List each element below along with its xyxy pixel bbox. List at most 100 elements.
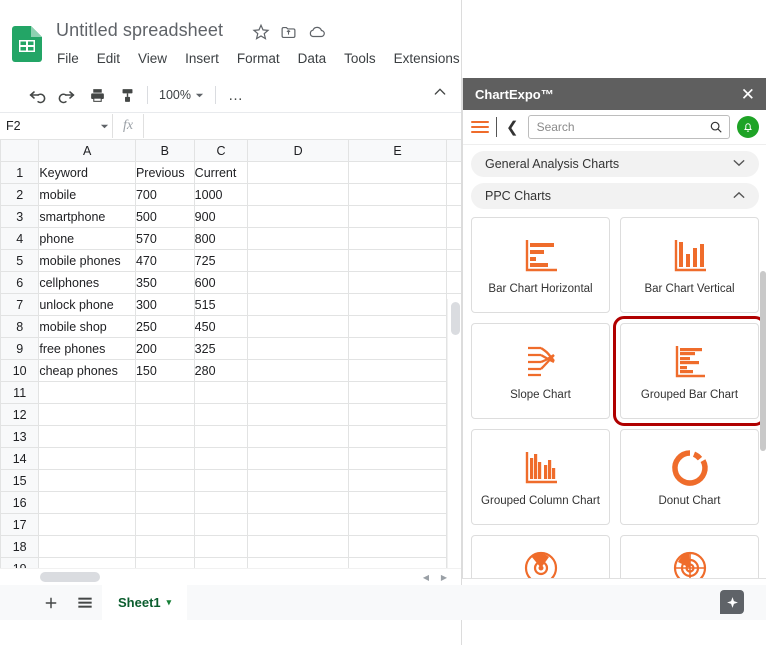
grid-cell[interactable] <box>247 337 349 360</box>
row-header[interactable]: 7 <box>0 293 40 316</box>
grid-cell[interactable] <box>347 337 448 360</box>
chart-card-bar-chart-vertical[interactable]: Bar Chart Vertical <box>620 217 759 313</box>
grid-cell[interactable] <box>38 491 136 514</box>
chart-card-grouped-column-chart[interactable]: Grouped Column Chart <box>471 429 610 525</box>
menu-item-view[interactable]: View <box>136 50 169 67</box>
column-header-c[interactable]: C <box>193 139 249 162</box>
grid-cell[interactable]: mobile shop <box>38 315 136 338</box>
grid-cell[interactable] <box>134 403 195 426</box>
grid-cell[interactable] <box>247 315 349 338</box>
grid-cell[interactable]: cellphones <box>38 271 136 294</box>
grid-cell[interactable] <box>38 403 136 426</box>
grid-cell[interactable]: unlock phone <box>38 293 136 316</box>
grid-cell[interactable] <box>347 513 448 536</box>
grid-cell[interactable]: 280 <box>193 359 249 382</box>
grid-cell[interactable]: 570 <box>134 227 195 250</box>
grid-cell[interactable] <box>347 271 448 294</box>
notification-bell-icon[interactable] <box>737 116 759 138</box>
search-input[interactable] <box>534 119 709 135</box>
row-header[interactable]: 13 <box>0 425 40 448</box>
row-header[interactable]: 4 <box>0 227 40 250</box>
all-sheets-icon[interactable] <box>68 586 102 620</box>
grid-cell[interactable]: 200 <box>134 337 195 360</box>
explore-sparkle-icon[interactable] <box>720 590 744 614</box>
grid-cell[interactable] <box>38 447 136 470</box>
grid-cell[interactable] <box>134 381 195 404</box>
grid-cell[interactable]: free phones <box>38 337 136 360</box>
grid-cell[interactable] <box>247 227 349 250</box>
more-options-button[interactable]: … <box>221 81 251 109</box>
grid-cell[interactable] <box>446 161 462 184</box>
grid-cell[interactable]: phone <box>38 227 136 250</box>
grid-cell[interactable]: 150 <box>134 359 195 382</box>
grid-cell[interactable] <box>446 205 462 228</box>
undo-icon[interactable] <box>22 81 52 109</box>
row-header[interactable]: 8 <box>0 315 40 338</box>
name-box-chevron-down-icon[interactable] <box>96 122 112 131</box>
grid-cell[interactable]: 725 <box>193 249 249 272</box>
grid-cell[interactable] <box>193 491 249 514</box>
paint-format-icon[interactable] <box>112 81 142 109</box>
grid-cell[interactable]: 325 <box>193 337 249 360</box>
grid-cell[interactable]: 500 <box>134 205 195 228</box>
row-header[interactable]: 17 <box>0 513 40 536</box>
grid-cell[interactable]: 1000 <box>193 183 249 206</box>
grid-cell[interactable] <box>347 205 448 228</box>
grid-cell[interactable] <box>193 469 249 492</box>
menu-item-extensions[interactable]: Extensions <box>392 50 462 67</box>
chevron-down-icon[interactable]: ▾ <box>167 597 172 608</box>
collapse-menu-icon[interactable] <box>432 84 448 105</box>
grid-cell[interactable]: cheap phones <box>38 359 136 382</box>
grid-cell[interactable] <box>247 535 349 558</box>
grid-cell[interactable]: 800 <box>193 227 249 250</box>
grid-cell[interactable] <box>347 161 448 184</box>
grid-cell[interactable] <box>446 249 462 272</box>
column-header-e[interactable]: E <box>347 139 448 162</box>
grid-cell[interactable] <box>193 535 249 558</box>
select-all-corner[interactable] <box>0 139 40 162</box>
grid-cell[interactable] <box>38 381 136 404</box>
grid-cell[interactable]: 470 <box>134 249 195 272</box>
menu-item-file[interactable]: File <box>55 50 81 67</box>
grid-cell[interactable]: mobile <box>38 183 136 206</box>
grid-cell[interactable] <box>347 249 448 272</box>
grid-cell[interactable] <box>38 535 136 558</box>
grid-cell[interactable] <box>247 381 349 404</box>
grid-cell[interactable] <box>347 293 448 316</box>
grid-cell[interactable] <box>134 535 195 558</box>
grid-cell[interactable] <box>347 403 448 426</box>
grid-cell[interactable] <box>347 469 448 492</box>
grid-cell[interactable]: 450 <box>193 315 249 338</box>
grid-cell[interactable]: Previous <box>134 161 195 184</box>
grid-cell[interactable] <box>247 491 349 514</box>
grid-cell[interactable] <box>193 513 249 536</box>
grid-cell[interactable] <box>247 447 349 470</box>
grid-cell[interactable] <box>38 513 136 536</box>
row-header[interactable]: 3 <box>0 205 40 228</box>
panel-scroll-thumb[interactable] <box>760 271 766 451</box>
grid-cell[interactable]: Keyword <box>38 161 136 184</box>
print-icon[interactable] <box>82 81 112 109</box>
column-header-f[interactable] <box>446 139 462 162</box>
horizontal-scrollbar[interactable]: ◀ ▶ <box>0 568 462 586</box>
vertical-scroll-thumb[interactable] <box>451 302 460 335</box>
row-header[interactable]: 10 <box>0 359 40 382</box>
grid-cell[interactable] <box>247 425 349 448</box>
grid-cell[interactable] <box>134 469 195 492</box>
add-sheet-icon[interactable] <box>34 586 68 620</box>
grid-cell[interactable] <box>446 183 462 206</box>
grid-cell[interactable] <box>247 161 349 184</box>
scroll-right-icon[interactable]: ▶ <box>438 572 450 583</box>
menu-item-edit[interactable]: Edit <box>95 50 122 67</box>
grid-cell[interactable] <box>347 447 448 470</box>
cloud-saved-icon[interactable] <box>308 25 326 44</box>
back-chevron-icon[interactable]: ❮ <box>504 118 521 136</box>
grid-cell[interactable] <box>134 425 195 448</box>
vertical-scrollbar[interactable]: ▲ ▼ <box>447 299 462 572</box>
grid-cell[interactable]: mobile phones <box>38 249 136 272</box>
chart-card-slope-chart[interactable]: Slope Chart <box>471 323 610 419</box>
grid-cell[interactable] <box>247 183 349 206</box>
section-general-analysis-charts[interactable]: General Analysis Charts <box>471 151 759 177</box>
section-ppc-charts[interactable]: PPC Charts <box>471 183 759 209</box>
sheet-tab-sheet1[interactable]: Sheet1 ▾ <box>102 585 188 620</box>
